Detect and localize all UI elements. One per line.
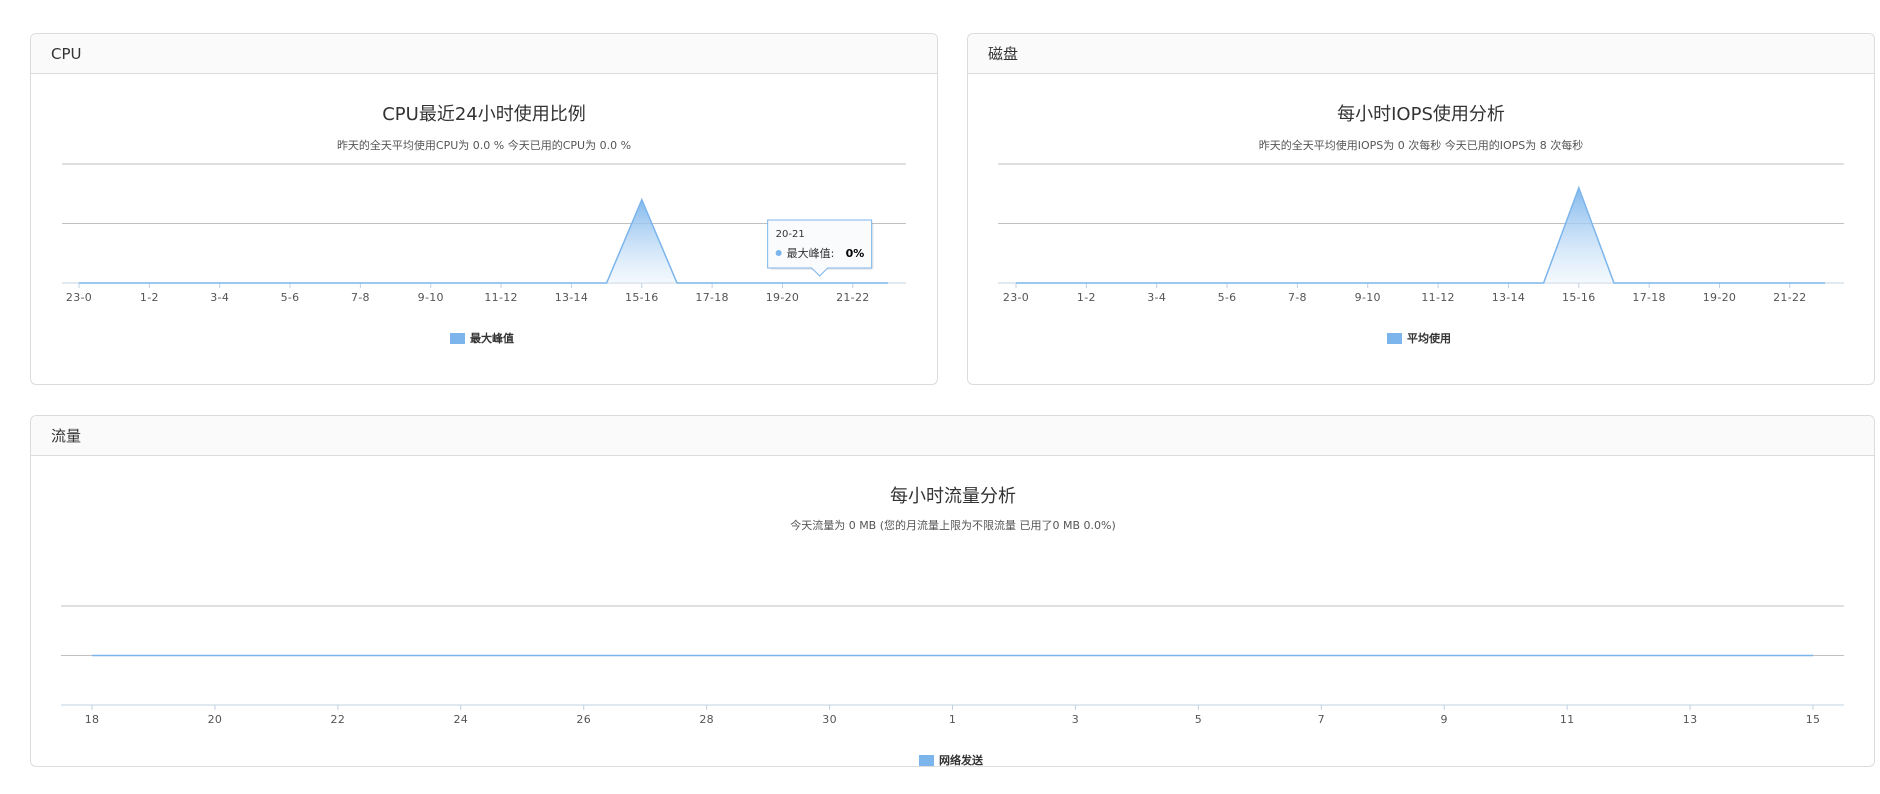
series-line [79, 197, 888, 284]
cpu-panel: CPU CPU最近24小时使用比例昨天的全天平均使用CPU为 0.0 % 今天已… [30, 33, 938, 385]
x-tick-label: 17-18 [1632, 291, 1665, 304]
disk-panel: 磁盘 每小时IOPS使用分析昨天的全天平均使用IOPS为 0 次每秒 今天已用的… [967, 33, 1875, 385]
x-tick-label: 18 [85, 713, 100, 726]
cpu-panel-body: CPU最近24小时使用比例昨天的全天平均使用CPU为 0.0 % 今天已用的CP… [31, 74, 937, 384]
x-tick-label: 13-14 [1492, 291, 1525, 304]
tooltip-label: 最大峰值: [787, 246, 835, 260]
x-tick-label: 9 [1441, 713, 1448, 726]
chart-title: 每小时IOPS使用分析 [1337, 104, 1505, 125]
legend-swatch [450, 333, 465, 344]
tooltip-hour: 20-21 [776, 229, 805, 240]
x-tick-label: 5-6 [1218, 291, 1237, 304]
traffic-panel-body: 每小时流量分析今天流量为 0 MB (您的月流量上限为不限流量 已用了0 MB … [31, 456, 1874, 766]
x-tick-label: 3-4 [1147, 291, 1166, 304]
x-tick-label: 7-8 [1288, 291, 1307, 304]
x-tick-label: 28 [699, 713, 714, 726]
x-tick-label: 19-20 [766, 291, 799, 304]
chart-title: 每小时流量分析 [890, 486, 1016, 507]
legend-swatch [919, 755, 934, 766]
x-tick-label: 30 [822, 713, 837, 726]
legend-label: 最大峰值 [470, 331, 514, 345]
x-tick-label: 20 [208, 713, 223, 726]
x-tick-label: 11 [1560, 713, 1575, 726]
x-tick-label: 5 [1195, 713, 1202, 726]
tooltip-value: 0% [846, 247, 865, 260]
x-tick-label: 24 [453, 713, 468, 726]
traffic-panel-header: 流量 [31, 416, 1874, 456]
x-tick-label: 15-16 [1562, 291, 1595, 304]
disk-panel-header: 磁盘 [968, 34, 1874, 74]
x-tick-label: 26 [576, 713, 591, 726]
x-tick-label: 9-10 [418, 291, 444, 304]
tooltip: 20-21 最大峰值: 0% [767, 219, 874, 277]
disk-panel-body: 每小时IOPS使用分析昨天的全天平均使用IOPS为 0 次每秒 今天已用的IOP… [968, 74, 1874, 384]
x-tick-label: 5-6 [281, 291, 300, 304]
x-tick-label: 21-22 [1773, 291, 1806, 304]
x-tick-label: 11-12 [484, 291, 517, 304]
x-tick-label: 1-2 [1077, 291, 1096, 304]
x-tick-label: 21-22 [836, 291, 869, 304]
chart-subtitle: 昨天的全天平均使用IOPS为 0 次每秒 今天已用的IOPS为 8 次每秒 [1259, 138, 1584, 152]
x-tick-label: 7-8 [351, 291, 370, 304]
x-tick-label: 22 [331, 713, 346, 726]
x-tick-label: 15-16 [625, 291, 658, 304]
x-tick-label: 15 [1806, 713, 1821, 726]
x-tick-label: 19-20 [1703, 291, 1736, 304]
series-line [1016, 185, 1825, 284]
x-tick-label: 13 [1683, 713, 1698, 726]
x-tick-label: 17-18 [695, 291, 728, 304]
x-tick-label: 3-4 [210, 291, 229, 304]
legend-label: 平均使用 [1407, 331, 1451, 345]
chart-title: CPU最近24小时使用比例 [382, 104, 586, 125]
series-area [79, 199, 888, 283]
legend-label: 网络发送 [939, 753, 984, 766]
x-tick-label: 23-0 [66, 291, 92, 304]
series-area [1016, 187, 1825, 283]
tooltip-marker [775, 250, 782, 256]
traffic-chart: 每小时流量分析今天流量为 0 MB (您的月流量上限为不限流量 已用了0 MB … [61, 486, 1844, 766]
disk-chart: 每小时IOPS使用分析昨天的全天平均使用IOPS为 0 次每秒 今天已用的IOP… [998, 104, 1844, 345]
x-tick-label: 23-0 [1003, 291, 1029, 304]
x-tick-label: 7 [1318, 713, 1325, 726]
x-tick-label: 3 [1072, 713, 1079, 726]
cpu-panel-header: CPU [31, 34, 937, 74]
traffic-panel: 流量 每小时流量分析今天流量为 0 MB (您的月流量上限为不限流量 已用了0 … [30, 415, 1875, 767]
x-tick-label: 13-14 [555, 291, 588, 304]
legend-swatch [1387, 333, 1402, 344]
x-tick-label: 1-2 [140, 291, 159, 304]
x-tick-label: 9-10 [1355, 291, 1381, 304]
x-tick-label: 11-12 [1421, 291, 1454, 304]
chart-subtitle: 昨天的全天平均使用CPU为 0.0 % 今天已用的CPU为 0.0 % [337, 138, 631, 152]
cpu-chart: CPU最近24小时使用比例昨天的全天平均使用CPU为 0.0 % 今天已用的CP… [62, 104, 906, 345]
x-tick-label: 1 [949, 713, 956, 726]
chart-subtitle: 今天流量为 0 MB (您的月流量上限为不限流量 已用了0 MB 0.0%) [790, 518, 1116, 532]
